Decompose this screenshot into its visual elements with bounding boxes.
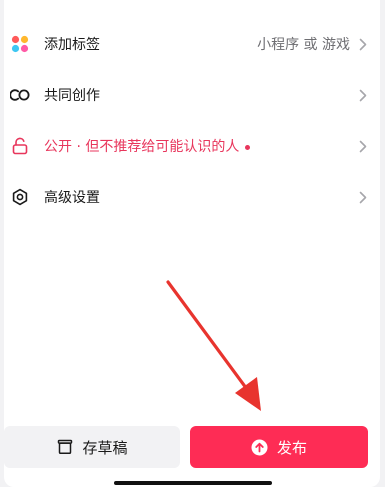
visibility-row[interactable]: 公开 · 但不推荐给可能认识的人	[6, 126, 370, 166]
upload-arrow-icon	[251, 438, 269, 456]
add-tag-label: 添加标签	[44, 37, 100, 53]
screen: 添加标签 小程序 或 游戏 共同创作 公开 · 但不推荐给可能认识的人 高级设置…	[0, 0, 385, 487]
co-creation-icon	[10, 85, 30, 105]
notice-dot	[245, 144, 251, 150]
publish-button[interactable]: 发布	[190, 426, 368, 468]
hexagon-settings-icon	[10, 187, 30, 207]
unlock-icon	[10, 136, 30, 156]
advanced-settings-row[interactable]: 高级设置	[6, 177, 370, 217]
publish-settings-sheet	[4, 0, 380, 487]
save-draft-button[interactable]: 存草稿	[4, 426, 180, 468]
visibility-label: 公开 · 但不推荐给可能认识的人	[44, 136, 251, 156]
colorful-dots-icon	[10, 34, 30, 54]
advanced-settings-label: 高级设置	[44, 190, 100, 206]
draft-box-icon	[56, 438, 74, 456]
chevron-right-icon	[356, 190, 370, 204]
add-tag-row[interactable]: 添加标签 小程序 或 游戏	[6, 24, 370, 64]
save-draft-label: 存草稿	[82, 438, 128, 457]
tag-value: 小程序 或 游戏	[257, 37, 350, 53]
publish-label: 发布	[276, 438, 307, 457]
chevron-right-icon	[356, 88, 370, 102]
home-indicator	[114, 481, 272, 485]
co-creation-row[interactable]: 共同创作	[6, 75, 370, 115]
chevron-right-icon	[356, 37, 370, 51]
chevron-right-icon	[356, 139, 370, 153]
co-creation-label: 共同创作	[44, 88, 100, 104]
